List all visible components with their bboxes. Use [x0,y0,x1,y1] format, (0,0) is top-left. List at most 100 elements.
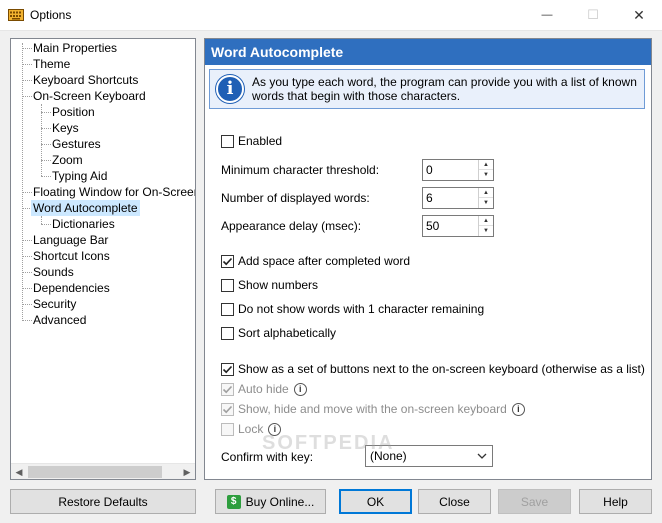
no-show-one-char-checkbox[interactable] [221,302,234,316]
help-button[interactable]: Help [579,489,652,514]
lock-checkbox[interactable] [221,422,234,436]
window-title: Options [30,8,72,22]
spin-down-icon[interactable]: ▼ [479,170,493,180]
tree-item-theme[interactable]: Theme [31,56,72,72]
tree-item-on-screen-keyboard[interactable]: On-Screen Keyboard [31,88,148,104]
checkmark-icon [222,405,233,413]
close-window-button[interactable]: ✕ [616,0,662,30]
tree-item-sounds[interactable]: Sounds [31,264,76,280]
tree-item-gestures[interactable]: Gestures [50,136,103,152]
show-hide-move-checkbox[interactable] [221,402,234,416]
show-hide-move-option[interactable]: Show, hide and move with the on-screen k… [221,401,525,417]
no-show-one-char-label: Do not show words with 1 character remai… [238,302,485,316]
spin-down-icon[interactable]: ▼ [479,226,493,236]
help-icon[interactable]: i [293,382,307,396]
sort-label: Sort alphabetically [238,326,337,340]
lock-label: Lock [238,422,264,436]
displayed-words-spinner[interactable]: 6 ▲ ▼ [422,187,494,209]
ok-button[interactable]: OK [339,489,412,514]
scroll-left-icon[interactable]: ◀ [11,464,27,480]
spin-up-icon[interactable]: ▲ [479,160,493,170]
spinner-buttons: ▲ ▼ [478,188,493,208]
enabled-checkbox[interactable] [221,134,234,148]
tree-item-main-properties[interactable]: Main Properties [31,40,119,56]
enabled-option[interactable]: Enabled [221,133,282,149]
watermark: SOFTPEDIA [262,432,395,454]
ok-label: OK [366,494,385,509]
delay-spinner[interactable]: 50 ▲ ▼ [422,215,494,237]
tree-item-position[interactable]: Position [50,104,97,120]
enabled-label: Enabled [238,134,283,148]
tree-item-keys[interactable]: Keys [50,120,81,136]
auto-hide-label: Auto hide [238,382,289,396]
scroll-right-icon[interactable]: ▶ [179,464,195,480]
tree-connector [41,216,42,224]
minimize-button[interactable]: — [524,0,570,30]
tree-item-language-bar[interactable]: Language Bar [31,232,110,248]
restore-defaults-button[interactable]: Restore Defaults [10,489,196,514]
buy-online-label: Buy Online... [245,494,315,509]
show-buttons-label: Show as a set of buttons next to the on-… [238,362,645,376]
displayed-words-value[interactable]: 6 [426,191,433,205]
help-icon[interactable]: i [511,402,525,416]
tree-item-zoom[interactable]: Zoom [50,152,85,168]
scrollbar-thumb[interactable] [28,466,162,478]
tree-item-floating-window[interactable]: Floating Window for On-Screen Ke [31,184,195,200]
dollar-icon: $ [226,494,241,509]
checkmark-icon [222,385,233,393]
restore-defaults-label: Restore Defaults [58,494,148,509]
add-space-option[interactable]: Add space after completed word [221,253,410,269]
add-space-checkbox[interactable] [221,254,234,268]
show-numbers-option[interactable]: Show numbers [221,277,318,293]
close-button[interactable]: Close [418,489,491,514]
info-icon: i [216,75,244,103]
close-label: Close [439,494,470,509]
save-button[interactable]: Save [498,489,571,514]
save-label: Save [520,494,549,509]
options-tree[interactable]: Main Properties Theme Keyboard Shortcuts… [10,38,196,480]
tree-connector [41,104,42,176]
maximize-icon: ☐ [587,7,599,22]
settings-panel: Word Autocomplete i As you type each wor… [204,38,652,480]
delay-label: Appearance delay (msec): [221,219,362,233]
chevron-down-icon [477,453,487,459]
info-text: As you type each word, the program can p… [252,75,637,103]
tree-item-security[interactable]: Security [31,296,78,312]
tree-item-keyboard-shortcuts[interactable]: Keyboard Shortcuts [31,72,140,88]
sort-checkbox[interactable] [221,326,234,340]
tree-viewport: Main Properties Theme Keyboard Shortcuts… [11,39,195,463]
tree-item-dependencies[interactable]: Dependencies [31,280,112,296]
show-numbers-checkbox[interactable] [221,278,234,292]
spinner-buttons: ▲ ▼ [478,160,493,180]
spin-down-icon[interactable]: ▼ [479,198,493,208]
title-bar: Options — ☐ ✕ [0,0,662,31]
spin-up-icon[interactable]: ▲ [479,188,493,198]
tree-item-dictionaries[interactable]: Dictionaries [50,216,117,232]
min-threshold-label: Minimum character threshold: [221,163,380,177]
spin-up-icon[interactable]: ▲ [479,216,493,226]
info-box: i As you type each word, the program can… [209,69,645,109]
auto-hide-checkbox[interactable] [221,382,234,396]
add-space-label: Add space after completed word [238,254,411,268]
sort-option[interactable]: Sort alphabetically [221,325,336,341]
tree-item-word-autocomplete[interactable]: Word Autocomplete [31,200,140,216]
displayed-words-label: Number of displayed words: [221,191,370,205]
checkmark-icon [222,257,233,265]
maximize-button[interactable]: ☐ [570,0,616,30]
min-threshold-spinner[interactable]: 0 ▲ ▼ [422,159,494,181]
tree-connector [22,43,23,321]
no-show-one-char-option[interactable]: Do not show words with 1 character remai… [221,301,484,317]
auto-hide-option[interactable]: Auto hide i [221,381,307,397]
min-threshold-value[interactable]: 0 [426,163,433,177]
minimize-icon: — [541,9,553,21]
show-hide-move-label: Show, hide and move with the on-screen k… [238,402,507,416]
show-buttons-option[interactable]: Show as a set of buttons next to the on-… [221,361,645,377]
tree-item-shortcut-icons[interactable]: Shortcut Icons [31,248,112,264]
tree-item-typing-aid[interactable]: Typing Aid [50,168,109,184]
checkmark-icon [222,365,233,373]
buy-online-button[interactable]: $ Buy Online... [215,489,326,514]
show-buttons-checkbox[interactable] [221,362,234,376]
delay-value[interactable]: 50 [426,219,439,233]
tree-item-advanced[interactable]: Advanced [31,312,88,328]
tree-horizontal-scrollbar[interactable]: ◀ ▶ [11,463,195,479]
